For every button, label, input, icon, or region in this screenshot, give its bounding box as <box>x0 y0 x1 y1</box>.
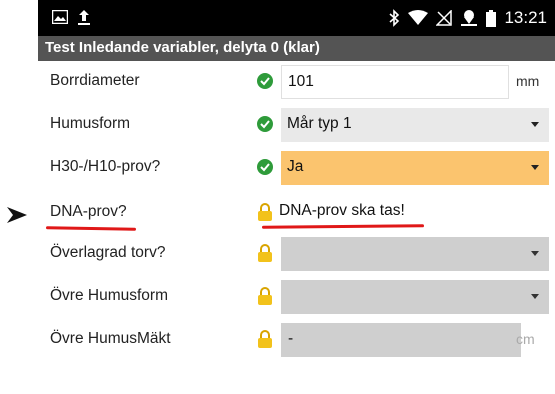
lock-icon <box>258 330 272 348</box>
lock-icon <box>258 244 272 262</box>
upload-icon <box>78 10 90 25</box>
battery-icon <box>486 9 497 27</box>
row-overlagrad-torv: Överlagrad torv? <box>38 233 555 275</box>
row-label: DNA-prov? <box>50 203 127 220</box>
unit-label: mm <box>516 73 540 89</box>
lock-icon <box>258 287 272 305</box>
chevron-down-icon <box>531 165 539 170</box>
row-borrdiameter: Borrdiameter 101 mm <box>38 61 555 103</box>
select-value: Ja <box>287 158 304 175</box>
borrdiameter-input[interactable]: 101 <box>281 65 509 99</box>
wifi-icon <box>408 10 429 25</box>
location-icon <box>461 10 478 26</box>
chevron-down-icon <box>531 251 539 256</box>
chevron-down-icon <box>531 294 539 299</box>
row-ovre-humusform: Övre Humusform <box>38 276 555 318</box>
title-bar: Test Inledande variabler, delyta 0 (klar… <box>38 36 555 61</box>
ovre-humusform-select[interactable] <box>281 280 549 314</box>
row-label: Borrdiameter <box>50 72 140 89</box>
dna-prov-message: DNA-prov ska tas! <box>279 202 405 219</box>
image-icon <box>52 10 68 24</box>
ovre-humusmakt-input[interactable]: - <box>281 323 521 357</box>
check-icon <box>257 116 273 132</box>
page-title: Test Inledande variabler, delyta 0 (klar… <box>45 39 320 56</box>
h30-h10-prov-select[interactable]: Ja <box>281 151 549 185</box>
bluetooth-icon <box>389 9 400 27</box>
select-value: Mår typ 1 <box>287 115 352 132</box>
humusform-select[interactable]: Mår typ 1 <box>281 108 549 142</box>
row-label: Överlagrad torv? <box>50 244 166 261</box>
check-icon <box>257 159 273 175</box>
row-h30-h10-prov: H30-/H10-prov? Ja <box>38 147 555 189</box>
row-label: H30-/H10-prov? <box>50 158 161 175</box>
chevron-down-icon <box>531 122 539 127</box>
input-value: 101 <box>288 73 314 90</box>
row-label: Övre Humusform <box>50 287 168 304</box>
row-label: Övre HumusMäkt <box>50 330 171 347</box>
row-ovre-humusmakt: Övre HumusMäkt - cm <box>38 319 555 361</box>
status-bar: 13:21 <box>38 0 555 36</box>
no-sim-icon <box>436 10 453 26</box>
pointer-arrow-icon <box>7 207 27 223</box>
lock-icon <box>258 203 272 221</box>
check-icon <box>257 73 273 89</box>
row-humusform: Humusform Mår typ 1 <box>38 104 555 146</box>
unit-label: cm <box>516 331 535 347</box>
overlagrad-torv-select[interactable] <box>281 237 549 271</box>
row-label: Humusform <box>50 115 131 132</box>
status-time: 13:21 <box>504 8 547 27</box>
input-value: - <box>288 330 294 347</box>
